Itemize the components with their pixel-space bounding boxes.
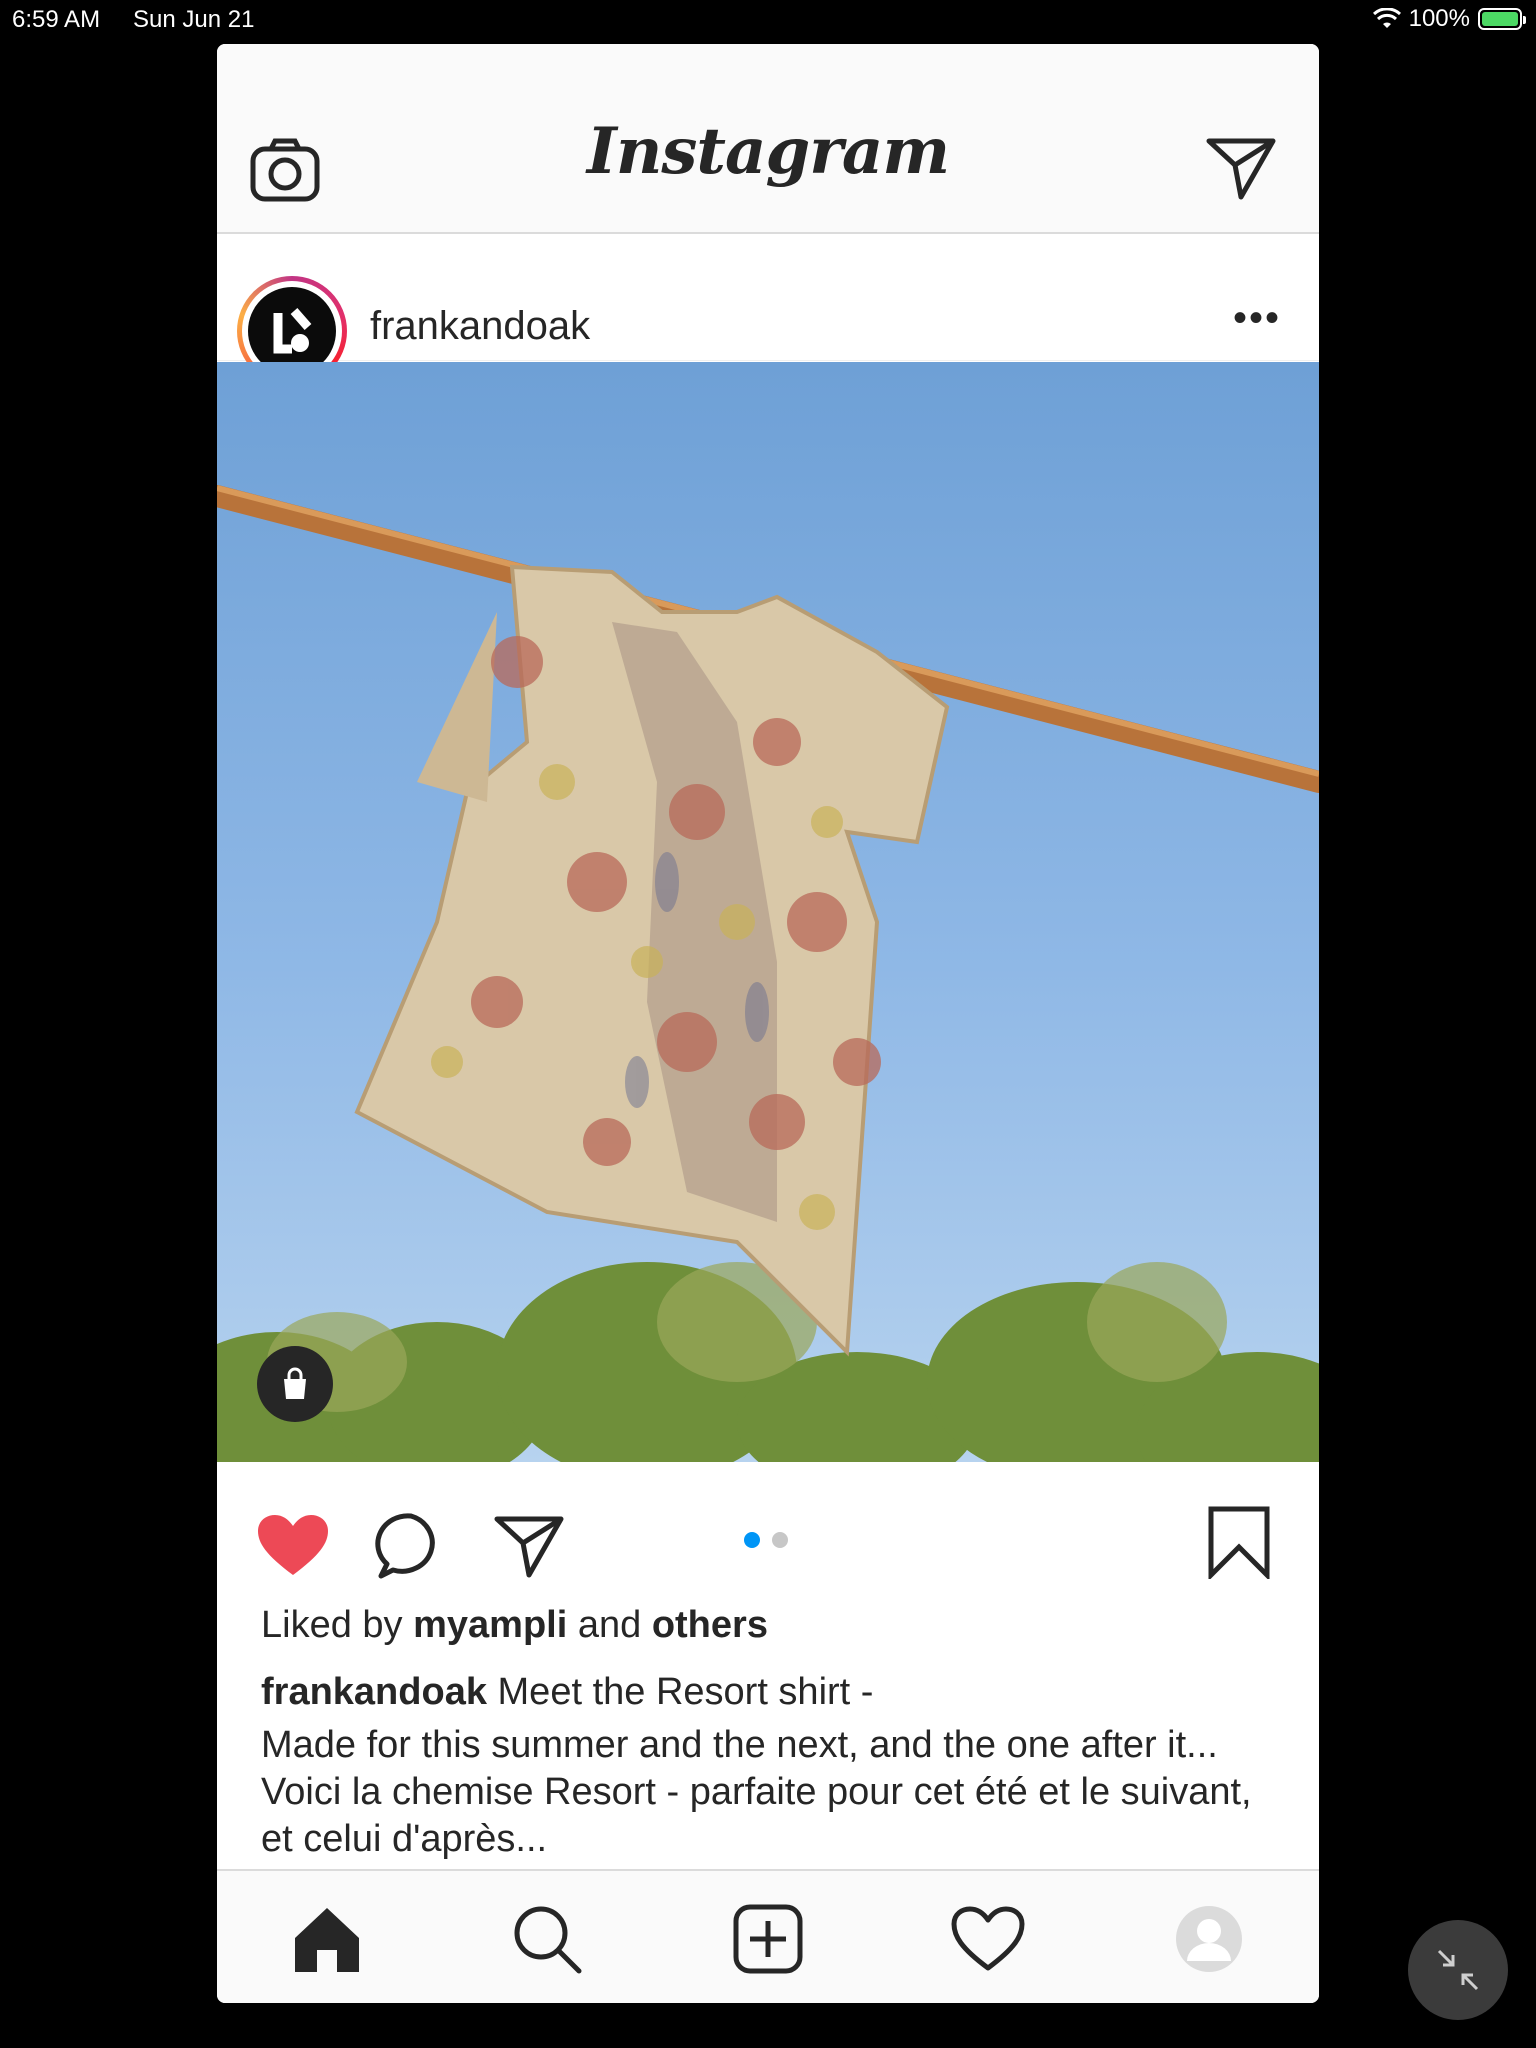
likes-line: Liked by myampli and others	[261, 1602, 1281, 1649]
post-username[interactable]: frankandoak	[370, 304, 590, 349]
home-icon	[295, 1908, 359, 1972]
save-button[interactable]	[1199, 1502, 1279, 1582]
post-image[interactable]	[217, 362, 1319, 1462]
status-date: Sun Jun 21	[133, 6, 255, 33]
minimize-button[interactable]	[1408, 1920, 1508, 2020]
liked-by-prefix: Liked by	[261, 1604, 403, 1646]
shopping-bag-button[interactable]	[257, 1346, 333, 1422]
caption-text: frankandoak Meet the Resort shirt -	[261, 1669, 1281, 1716]
liked-by-and: and	[577, 1604, 642, 1646]
tab-profile[interactable]	[1169, 1899, 1249, 1979]
instagram-window: Instagram frankandoak ••• Liked by myamp…	[217, 44, 1319, 2003]
liked-by-others[interactable]: others	[652, 1604, 768, 1646]
tab-create[interactable]	[728, 1899, 808, 1979]
profile-icon	[1176, 1906, 1242, 1972]
caption-line1: Meet the Resort shirt -	[497, 1671, 874, 1713]
caption-body: Made for this summer and the next, and t…	[261, 1724, 1252, 1860]
share-icon	[494, 1516, 564, 1578]
share-button[interactable]	[489, 1506, 569, 1586]
add-icon	[733, 1904, 803, 1974]
tab-home[interactable]	[287, 1899, 367, 1979]
activity-icon	[951, 1906, 1025, 1971]
shopping-bag-icon	[284, 1367, 306, 1399]
bookmark-icon	[1208, 1506, 1270, 1579]
heart-icon	[258, 1515, 328, 1575]
direct-icon	[1206, 138, 1276, 200]
carousel-dot	[772, 1532, 788, 1548]
battery-icon	[1478, 8, 1526, 30]
direct-messages-button[interactable]	[1203, 130, 1279, 206]
bottom-tab-bar	[217, 1869, 1319, 2003]
more-icon[interactable]: •••	[1233, 296, 1281, 341]
status-time: 6:59 AM	[12, 6, 101, 33]
carousel-indicator	[744, 1532, 788, 1548]
wifi-icon	[1372, 8, 1401, 28]
comment-button[interactable]	[371, 1506, 451, 1586]
status-right: 100%	[1372, 5, 1526, 33]
post-header: frankandoak •••	[217, 234, 1319, 386]
battery-percent: 100%	[1408, 5, 1470, 32]
instagram-logo: Instagram	[586, 114, 950, 189]
tab-search[interactable]	[507, 1899, 587, 1979]
like-button[interactable]	[253, 1506, 333, 1586]
status-bar: 6:59 AM Sun Jun 21 100%	[0, 0, 1536, 40]
liked-by-user[interactable]: myampli	[413, 1604, 567, 1646]
top-nav: Instagram	[217, 44, 1319, 234]
caption-username[interactable]: frankandoak	[261, 1671, 487, 1713]
post-photo-illustration	[217, 485, 1319, 1462]
carousel-dot-active	[744, 1532, 760, 1548]
search-icon	[514, 1906, 582, 1974]
comment-icon	[375, 1513, 435, 1579]
tab-activity[interactable]	[948, 1899, 1028, 1979]
minimize-icon	[1437, 1949, 1479, 1991]
post-actions	[217, 1462, 1319, 1612]
post-caption: Liked by myampli and others frankandoak …	[261, 1602, 1281, 1863]
